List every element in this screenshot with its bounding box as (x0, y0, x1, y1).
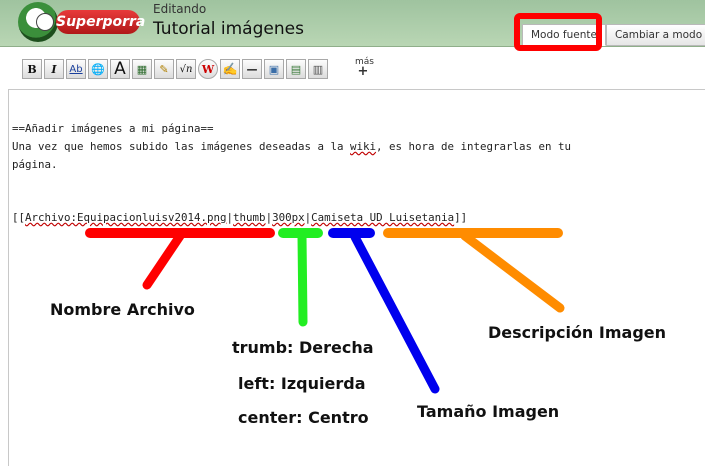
annotation-file-name: Nombre Archivo (50, 300, 195, 319)
caption-pointer-mark (460, 231, 565, 313)
thumb-pointer-mark (297, 231, 308, 327)
annotation-center: center: Centro (238, 408, 369, 427)
annotation-marks (85, 228, 565, 394)
annotation-left: left: Izquierda (238, 374, 366, 393)
size-pointer-mark (350, 232, 440, 394)
file-pointer-mark (142, 231, 185, 290)
annotation-thumb-right: trumb: Derecha (232, 338, 374, 357)
annotation-description: Descripción Imagen (488, 323, 667, 342)
annotation-size: Tamaño Imagen (417, 402, 560, 421)
